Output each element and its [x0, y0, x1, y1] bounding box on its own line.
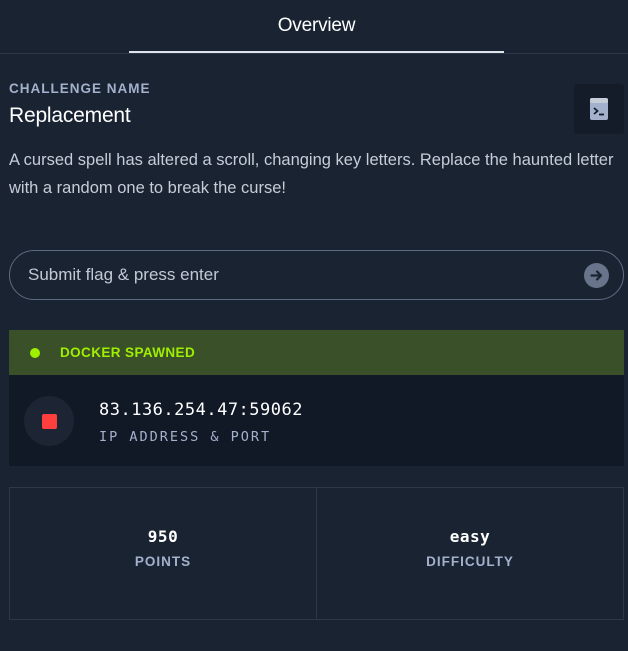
ip-address-value[interactable]: 83.136.254.47:59062	[99, 400, 303, 420]
stop-instance-button[interactable]	[24, 396, 74, 446]
stat-points: 950 POINTS	[10, 488, 316, 619]
ip-address-label: IP ADDRESS & PORT	[99, 429, 272, 445]
flag-input[interactable]	[28, 251, 568, 299]
challenge-stats: 950 POINTS easy DIFFICULTY	[9, 487, 624, 620]
terminal-icon	[590, 98, 608, 120]
challenge-title: Replacement	[9, 104, 131, 127]
status-dot-icon	[30, 347, 40, 358]
tab-bar: Overview	[0, 0, 628, 54]
difficulty-label: DIFFICULTY	[426, 554, 514, 569]
points-label: POINTS	[134, 554, 192, 569]
difficulty-value: easy	[449, 527, 491, 546]
terminal-button[interactable]	[574, 84, 624, 134]
challenge-description: A cursed spell has altered a scroll, cha…	[9, 151, 614, 197]
challenge-name-label: CHALLENGE NAME	[9, 81, 151, 96]
flag-input-container	[9, 250, 624, 300]
stop-icon	[41, 413, 57, 429]
instance-panel: 83.136.254.47:59062 IP ADDRESS & PORT	[9, 375, 624, 466]
points-value: 950	[147, 527, 179, 546]
stat-difficulty: easy DIFFICULTY	[316, 488, 623, 619]
tab-overview[interactable]: Overview	[129, 0, 504, 53]
docker-status-banner: DOCKER SPAWNED	[9, 330, 624, 375]
arrow-right-circle-icon[interactable]	[584, 263, 609, 288]
docker-status-text: DOCKER SPAWNED	[60, 345, 196, 360]
